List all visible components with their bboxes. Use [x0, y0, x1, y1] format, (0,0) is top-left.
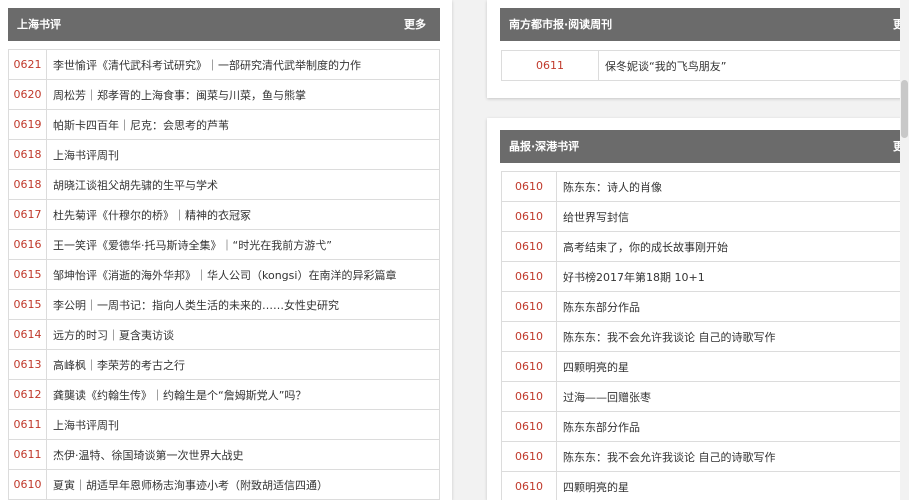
panel-shanghai-review: 上海书评 更多 0621 李世愉评《清代武科考试研究》｜一部研究清代武举制度的力作… [0, 0, 452, 500]
table-row[interactable]: 0610 夏寅｜胡适早年恩师杨志洵事迹小考（附致胡适信四通） [8, 469, 440, 500]
article-link[interactable]: 杰伊·温特、徐国琦谈第一次世界大战史 [46, 439, 440, 470]
row-date: 0617 [8, 199, 47, 230]
row-date: 0619 [8, 109, 47, 140]
panel-title: 南方都市报·阅读周刊 [509, 18, 613, 31]
article-link[interactable]: 四颗明亮的星 [556, 351, 901, 382]
article-link[interactable]: 远方的时习｜夏含夷访谈 [46, 319, 440, 350]
table-row[interactable]: 0610 四颗明亮的星 [501, 351, 901, 382]
table-row[interactable]: 0616 王一笑评《爱德华·托马斯诗全集》｜“时光在我前方游弋” [8, 229, 440, 260]
table-row[interactable]: 0618 上海书评周刊 [8, 139, 440, 170]
page-scrollbar[interactable] [900, 0, 909, 500]
article-link[interactable]: 陈东东部分作品 [556, 411, 901, 442]
table-row[interactable]: 0611 上海书评周刊 [8, 409, 440, 440]
article-link[interactable]: 李公明｜一周书记：指向人类生活的未来的……女性史研究 [46, 289, 440, 320]
article-link[interactable]: 帕斯卡四百年｜尼克：会思考的芦苇 [46, 109, 440, 140]
article-link[interactable]: 高峰枫｜李荣芳的考古之行 [46, 349, 440, 380]
article-table: 0610 陈东东：诗人的肖像 0610 给世界写封信 0610 高考结束了，你的成长故事刚… [501, 171, 901, 500]
table-row[interactable]: 0610 过海——回赠张枣 [501, 381, 901, 412]
table-row[interactable]: 0619 帕斯卡四百年｜尼克：会思考的芦苇 [8, 109, 440, 140]
article-table: 0611 保冬妮谈“我的飞鸟朋友” [501, 50, 905, 81]
table-row[interactable]: 0610 陈东东：我不会允许我谈论 自己的诗歌写作 [501, 321, 901, 352]
table-row[interactable]: 0614 远方的时习｜夏含夷访谈 [8, 319, 440, 350]
row-date: 0618 [8, 169, 47, 200]
row-date: 0610 [501, 471, 557, 500]
panel-title: 上海书评 [17, 18, 61, 31]
row-date: 0610 [501, 261, 557, 292]
table-row[interactable]: 0610 好书榜2017年第18期 10+1 [501, 261, 901, 292]
panel-header: 上海书评 更多 [8, 8, 440, 41]
row-date: 0610 [501, 351, 557, 382]
table-row[interactable]: 0610 陈东东：诗人的肖像 [501, 171, 901, 202]
row-date: 0610 [501, 171, 557, 202]
table-row[interactable]: 0610 陈东东：我不会允许我谈论 自己的诗歌写作 [501, 441, 901, 472]
row-date: 0614 [8, 319, 47, 350]
table-row[interactable]: 0618 胡晓江谈祖父胡先骕的生平与学术 [8, 169, 440, 200]
table-row[interactable]: 0610 高考结束了，你的成长故事刚开始 [501, 231, 901, 262]
article-link[interactable]: 上海书评周刊 [46, 139, 440, 170]
article-link[interactable]: 胡晓江谈祖父胡先骕的生平与学术 [46, 169, 440, 200]
more-link[interactable]: 更多 [404, 8, 426, 41]
article-link[interactable]: 周松芳｜郑孝胥的上海食事：闽菜与川菜，鱼与熊掌 [46, 79, 440, 110]
panel-jingbao-review: 晶报·深港书评 更多 0610陈东东：诗人的肖像0610给世界写封信0610高考… [487, 118, 909, 500]
article-link[interactable]: 陈东东：我不会允许我谈论 自己的诗歌写作 [556, 321, 901, 352]
article-link[interactable]: 陈东东：我不会允许我谈论 自己的诗歌写作 [556, 441, 901, 472]
table-row[interactable]: 0611 杰伊·温特、徐国琦谈第一次世界大战史 [8, 439, 440, 470]
article-link[interactable]: 夏寅｜胡适早年恩师杨志洵事迹小考（附致胡适信四通） [46, 469, 440, 500]
row-date: 0611 [501, 50, 599, 81]
row-date: 0610 [501, 291, 557, 322]
article-link[interactable]: 上海书评周刊 [46, 409, 440, 440]
row-date: 0621 [8, 49, 47, 80]
table-row[interactable]: 0612 龚龑读《约翰生传》｜约翰生是个“詹姆斯党人”吗？ [8, 379, 440, 410]
article-link[interactable]: 过海——回赠张枣 [556, 381, 901, 412]
row-date: 0611 [8, 409, 47, 440]
row-date: 0613 [8, 349, 47, 380]
scrollbar-thumb[interactable] [901, 80, 908, 138]
row-date: 0615 [8, 289, 47, 320]
table-row[interactable]: 0611 保冬妮谈“我的飞鸟朋友” [501, 50, 905, 81]
table-row[interactable]: 0615 邹坤怡评《消逝的海外华邦》｜华人公司（kongsi）在南洋的异彩篇章 [8, 259, 440, 290]
article-link[interactable]: 邹坤怡评《消逝的海外华邦》｜华人公司（kongsi）在南洋的异彩篇章 [46, 259, 440, 290]
row-date: 0618 [8, 139, 47, 170]
article-link[interactable]: 给世界写封信 [556, 201, 901, 232]
row-date: 0610 [501, 321, 557, 352]
row-date: 0616 [8, 229, 47, 260]
row-date: 0610 [501, 411, 557, 442]
article-link[interactable]: 李世愉评《清代武科考试研究》｜一部研究清代武举制度的力作 [46, 49, 440, 80]
row-date: 0611 [8, 439, 47, 470]
row-date: 0610 [501, 441, 557, 472]
row-date: 0610 [501, 381, 557, 412]
article-link[interactable]: 好书榜2017年第18期 10+1 [556, 261, 901, 292]
panel-nanfang-reading: 南方都市报·阅读周刊 更多 0611保冬妮谈“我的飞鸟朋友” [487, 0, 909, 98]
article-link[interactable]: 高考结束了，你的成长故事刚开始 [556, 231, 901, 262]
row-date: 0610 [501, 201, 557, 232]
article-table: 0621 李世愉评《清代武科考试研究》｜一部研究清代武举制度的力作 0620 周松芳｜… [8, 49, 440, 500]
article-link[interactable]: 四颗明亮的星 [556, 471, 901, 500]
table-row[interactable]: 0621 李世愉评《清代武科考试研究》｜一部研究清代武举制度的力作 [8, 49, 440, 80]
row-date: 0612 [8, 379, 47, 410]
panel-header: 南方都市报·阅读周刊 更多 [500, 8, 909, 41]
row-date: 0615 [8, 259, 47, 290]
row-date: 0610 [8, 469, 47, 500]
panel-header: 晶报·深港书评 更多 [500, 130, 909, 163]
table-row[interactable]: 0610 给世界写封信 [501, 201, 901, 232]
table-row[interactable]: 0613 高峰枫｜李荣芳的考古之行 [8, 349, 440, 380]
row-date: 0610 [501, 231, 557, 262]
article-link[interactable]: 陈东东部分作品 [556, 291, 901, 322]
article-link[interactable]: 保冬妮谈“我的飞鸟朋友” [598, 50, 905, 81]
table-row[interactable]: 0617 杜先菊评《什穆尔的桥》｜精神的衣冠冢 [8, 199, 440, 230]
table-row[interactable]: 0610 陈东东部分作品 [501, 411, 901, 442]
row-date: 0620 [8, 79, 47, 110]
panel-title: 晶报·深港书评 [509, 140, 580, 153]
article-link[interactable]: 杜先菊评《什穆尔的桥》｜精神的衣冠冢 [46, 199, 440, 230]
table-row[interactable]: 0610 陈东东部分作品 [501, 291, 901, 322]
article-link[interactable]: 陈东东：诗人的肖像 [556, 171, 901, 202]
table-row[interactable]: 0620 周松芳｜郑孝胥的上海食事：闽菜与川菜，鱼与熊掌 [8, 79, 440, 110]
table-row[interactable]: 0610 四颗明亮的星 [501, 471, 901, 500]
article-link[interactable]: 王一笑评《爱德华·托马斯诗全集》｜“时光在我前方游弋” [46, 229, 440, 260]
table-row[interactable]: 0615 李公明｜一周书记：指向人类生活的未来的……女性史研究 [8, 289, 440, 320]
article-link[interactable]: 龚龑读《约翰生传》｜约翰生是个“詹姆斯党人”吗？ [46, 379, 440, 410]
